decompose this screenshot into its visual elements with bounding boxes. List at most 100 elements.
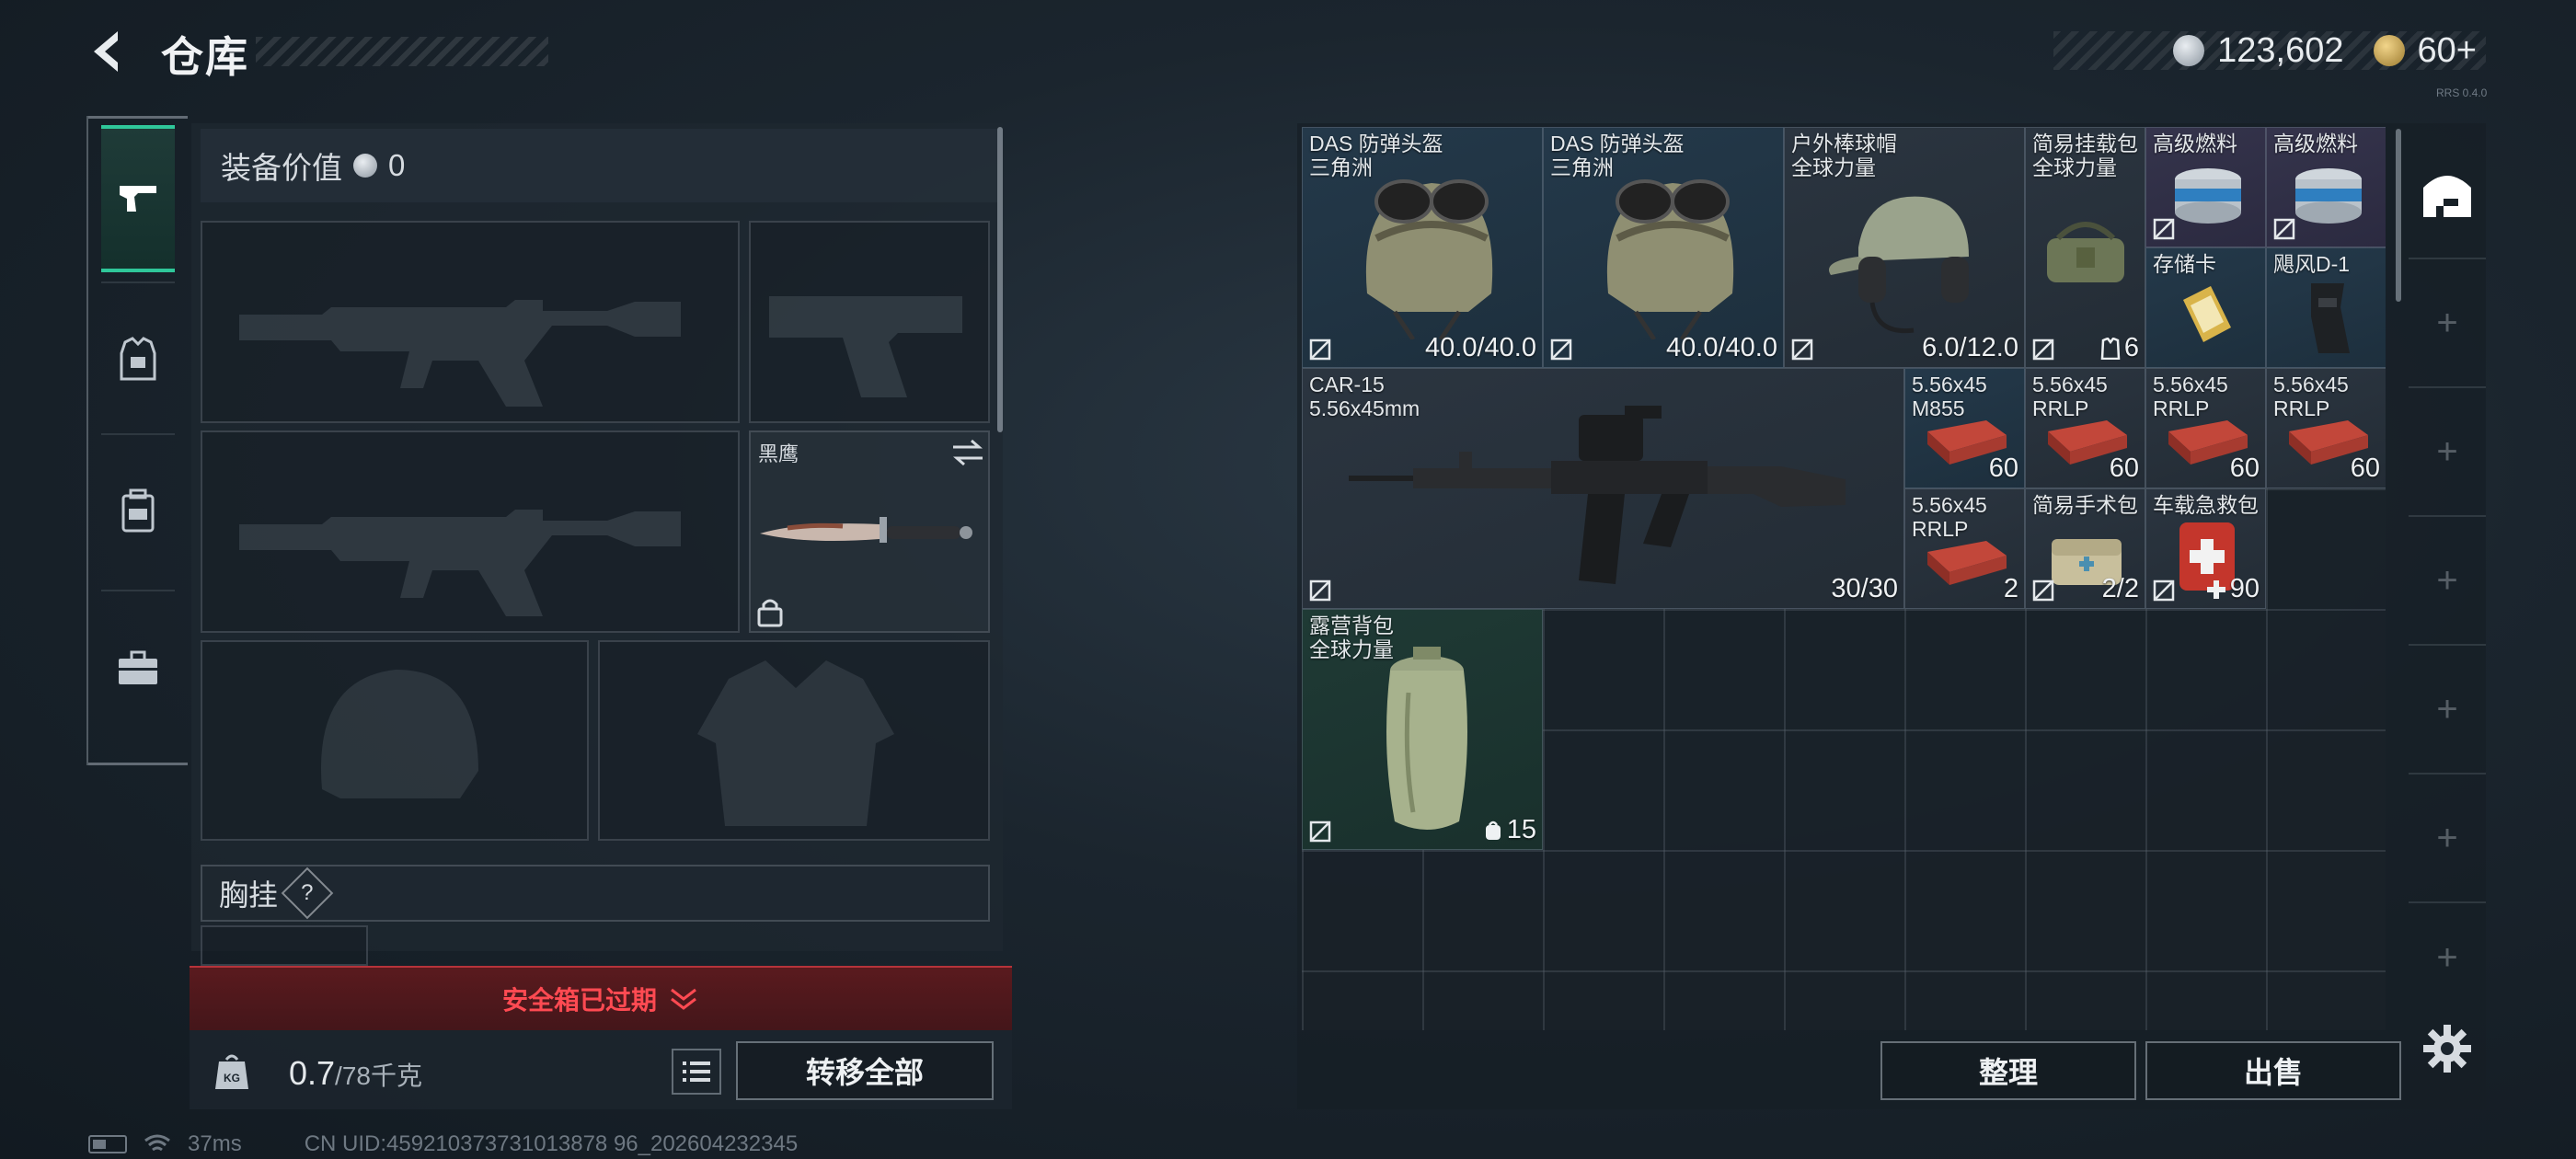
warehouse-scrollbar[interactable] <box>2396 129 2401 302</box>
item-premium-fuel[interactable]: 高级燃料 <box>2266 127 2386 247</box>
briefcase-icon <box>119 650 157 684</box>
item-ammo-556-m855[interactable]: 5.56x45 M855 60 <box>1904 368 2025 488</box>
item-sling-bag[interactable]: 简易挂载包 全球力量 6 <box>2025 127 2145 368</box>
helmet-slot[interactable] <box>201 640 589 841</box>
sell-button[interactable]: 出售 <box>2145 1041 2401 1100</box>
helmet-icon <box>1606 179 1734 339</box>
item-ammo-556-rrlp[interactable]: 5.56x45 RRLP 60 <box>2025 368 2145 488</box>
silver-coin-icon <box>353 154 377 178</box>
uid-text: CN UID:459210373731013878 96_20260423234… <box>304 1131 799 1156</box>
item-stack-count: 60 <box>2109 453 2139 483</box>
bag-icon <box>2047 222 2124 282</box>
item-camping-backpack[interactable]: 露营背包 全球力量 15 <box>1302 609 1543 850</box>
swap-icon[interactable] <box>949 436 986 469</box>
tag-icon <box>2153 218 2175 240</box>
equipment-value: 0 <box>388 148 406 182</box>
list-view-button[interactable] <box>672 1049 721 1095</box>
vest-mini-icon <box>2100 337 2121 360</box>
item-stack-count: 2 <box>2003 574 2018 603</box>
body-armor-slot[interactable] <box>598 640 990 841</box>
sidearm-slot[interactable] <box>749 221 990 423</box>
add-page-button[interactable]: + <box>2409 386 2486 515</box>
gold-amount[interactable]: 60+ <box>2418 31 2477 71</box>
tag-icon <box>2032 339 2054 361</box>
item-das-helmet[interactable]: DAS 防弹头盔 三角洲 40.0/40.0 <box>1302 127 1543 368</box>
chest-rig-header[interactable]: 胸挂 ? <box>201 865 990 922</box>
silver-coin-icon <box>2173 35 2205 66</box>
backpack-icon <box>121 488 155 533</box>
safe-box-expired-banner[interactable]: 安全箱已过期 <box>190 966 1012 1030</box>
settings-button[interactable] <box>2421 1023 2473 1074</box>
add-page-button[interactable]: + <box>2409 901 2486 1012</box>
carry-weight-current: 0.7 <box>289 1054 336 1092</box>
primary-weapon-slot[interactable] <box>201 221 740 423</box>
memory-card-icon <box>2183 286 2231 342</box>
vest-icon <box>120 337 156 381</box>
item-ammo-count: 30/30 <box>1831 574 1898 603</box>
item-baseball-cap[interactable]: 户外棒球帽 全球力量 6.0/12.0 <box>1784 127 2025 368</box>
item-ammo-556-rrlp[interactable]: 5.56x45 RRLP 60 <box>2266 368 2386 488</box>
gear-icon <box>2423 1025 2471 1073</box>
lock-icon <box>757 599 783 627</box>
item-durability: 40.0/40.0 <box>1425 333 1536 362</box>
rifle-icon <box>1349 406 1846 584</box>
item-stack-count: 60 <box>2350 453 2380 483</box>
add-page-button[interactable]: + <box>2409 773 2486 901</box>
chest-rig-slot[interactable] <box>201 925 368 966</box>
item-typhoon-d1[interactable]: 飓风D-1 <box>2266 247 2386 368</box>
item-premium-fuel[interactable]: 高级燃料 <box>2145 127 2266 247</box>
tag-icon <box>1309 339 1331 361</box>
tab-backpack[interactable] <box>101 438 175 585</box>
transfer-all-button[interactable]: 转移全部 <box>736 1041 994 1100</box>
equipment-value-row: 装备价值 0 <box>201 129 997 202</box>
sort-button[interactable]: 整理 <box>1880 1041 2136 1100</box>
currency-bar: 123,602 60+ <box>2053 31 2486 70</box>
tag-icon <box>1309 580 1331 602</box>
add-page-button[interactable]: + <box>2409 644 2486 773</box>
item-car15-rifle[interactable]: CAR-15 5.56x45mm 30/30 <box>1302 368 1904 609</box>
item-capacity: 15 <box>1483 815 1536 845</box>
category-tabs <box>86 116 188 765</box>
back-button[interactable] <box>85 26 136 77</box>
tab-warehouse-main[interactable] <box>2409 129 2486 258</box>
tab-case[interactable] <box>101 594 175 741</box>
battery-icon <box>88 1135 127 1153</box>
svg-text:KG: KG <box>224 1072 240 1084</box>
secondary-weapon-slot[interactable] <box>201 430 740 633</box>
warehouse-grid[interactable]: DAS 防弹头盔 三角洲 40.0/40.0 DAS 防弹头盔 三角洲 40.0… <box>1302 127 2386 1030</box>
chevron-down-icon <box>671 988 696 1010</box>
weight-icon: KG <box>202 1041 261 1100</box>
add-page-button[interactable]: + <box>2409 515 2486 644</box>
tag-icon <box>1309 820 1331 843</box>
version-text: RRS 0.4.0 <box>2436 86 2488 99</box>
item-stack-count: 60 <box>1988 453 2018 483</box>
tag-icon <box>1791 339 1813 361</box>
item-ammo-556-rrlp[interactable]: 5.56x45 RRLP 2 <box>1904 488 2025 609</box>
help-icon[interactable]: ? <box>281 866 334 920</box>
fuel-can-icon <box>2295 168 2362 224</box>
fuel-can-icon <box>2175 168 2241 224</box>
backpack-icon <box>1386 647 1467 830</box>
tab-armor[interactable] <box>101 286 175 433</box>
item-memory-card[interactable]: 存储卡 <box>2145 247 2266 368</box>
helmet-silhouette-icon <box>321 670 478 798</box>
plus-icon <box>2206 580 2225 599</box>
status-footer: 37ms CN UID:459210373731013878 96_202604… <box>88 1131 798 1157</box>
page-title: 仓库 <box>161 33 249 81</box>
item-ammo-556-rrlp[interactable]: 5.56x45 RRLP 60 <box>2145 368 2266 488</box>
carry-weight: 0.7/78千克 <box>289 1054 422 1093</box>
pistol-icon <box>120 186 156 212</box>
item-heal-amount: 90 <box>2206 574 2260 604</box>
tab-weapons[interactable] <box>101 125 175 272</box>
item-surgery-kit[interactable]: 简易手术包 2/2 <box>2025 488 2145 609</box>
equipment-scrollbar[interactable] <box>997 127 1003 432</box>
item-car-first-aid-kit[interactable]: 车载急救包 90 <box>2145 488 2266 609</box>
item-capacity: 6 <box>2100 333 2139 363</box>
cap-headset-icon <box>1829 196 1969 334</box>
add-page-button[interactable]: + <box>2409 258 2486 386</box>
rifle-silhouette-icon <box>239 510 681 616</box>
backpack-mini-icon <box>1485 820 1501 840</box>
melee-slot[interactable]: 黑鹰 <box>749 430 990 633</box>
pistol-silhouette-icon <box>769 296 962 397</box>
item-das-helmet[interactable]: DAS 防弹头盔 三角洲 40.0/40.0 <box>1543 127 1784 368</box>
